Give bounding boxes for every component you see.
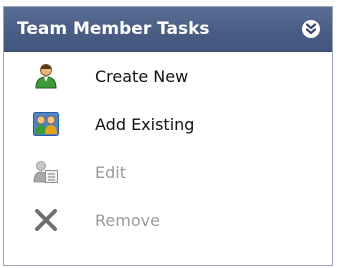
x-remove-icon (33, 207, 59, 233)
user-edit-icon (33, 159, 59, 185)
users-group-icon (33, 111, 59, 137)
edit-task: Edit (4, 148, 332, 196)
user-add-icon (33, 63, 59, 89)
create-new-label: Create New (95, 66, 189, 86)
create-new-task[interactable]: Create New (4, 52, 332, 100)
edit-label: Edit (95, 162, 126, 182)
task-list: Create New Add Existing Edit Remove (4, 52, 332, 244)
remove-label: Remove (95, 210, 160, 230)
panel-title: Team Member Tasks (17, 19, 210, 39)
double-chevron-down-icon[interactable] (302, 20, 320, 38)
add-existing-label: Add Existing (95, 114, 195, 134)
remove-task: Remove (4, 196, 332, 244)
team-member-tasks-panel: Team Member Tasks Create New Add Existin… (3, 6, 333, 266)
add-existing-task[interactable]: Add Existing (4, 100, 332, 148)
panel-header: Team Member Tasks (4, 7, 332, 52)
